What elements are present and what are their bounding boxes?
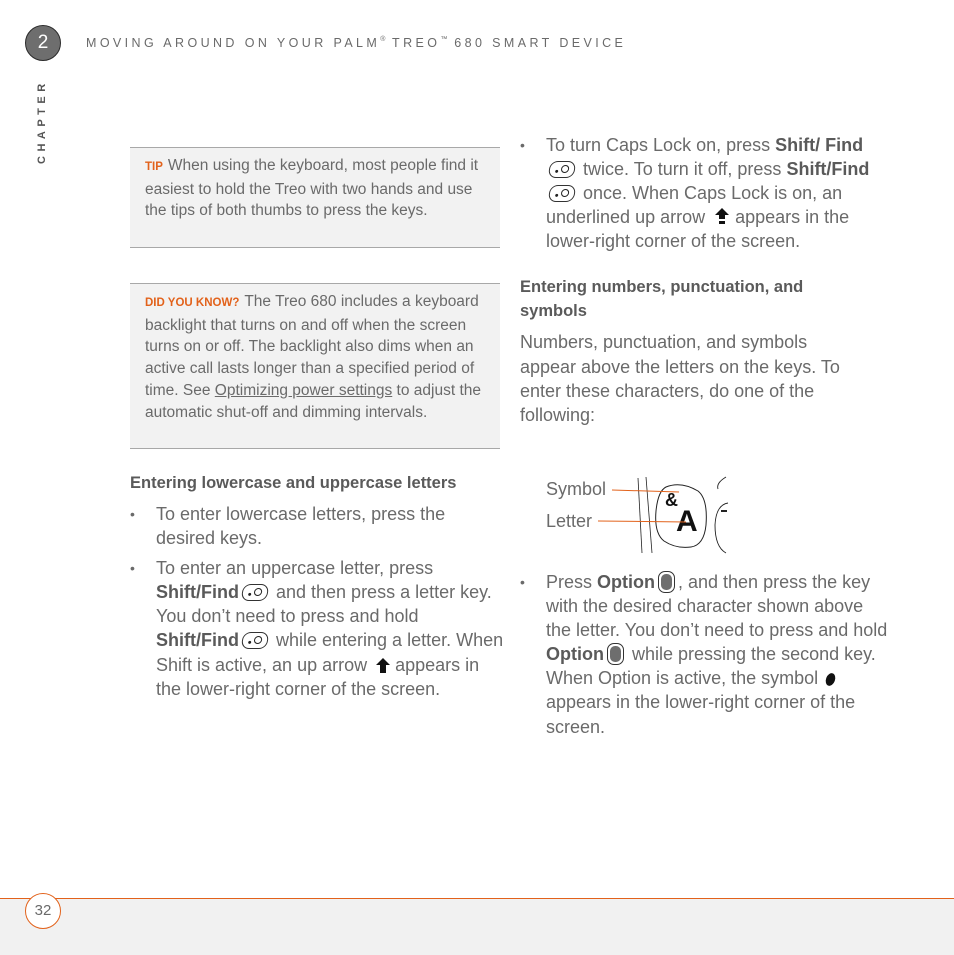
option-key-icon — [658, 571, 675, 593]
bullet-dot: • — [130, 560, 135, 577]
device-edge-line — [637, 477, 643, 554]
shift-find-key-label: Shift/Find — [786, 159, 870, 180]
option-key-icon — [606, 643, 624, 666]
tip-callout: TIP When using the keyboard, most people … — [130, 147, 500, 248]
section-heading: Entering numbers, punctuation, and symbo… — [520, 278, 804, 321]
shift-find-key-label: Shift/Find — [156, 630, 239, 651]
option-key-label: Option — [546, 644, 604, 665]
device-edge-line — [645, 476, 653, 554]
lowercase-uppercase-section: Entering lowercase and uppercase letters… — [130, 471, 505, 701]
page-number: 32 — [25, 893, 61, 929]
shift-find-key-label: Shift/ Find — [775, 135, 864, 155]
bullet-list: • Press Option, and then press the key w… — [520, 570, 890, 739]
key-illustration: & A — [597, 476, 729, 554]
caps-lock-arrow-icon — [715, 208, 730, 225]
list-item: • To turn Caps Lock on, press Shift/ Fin… — [520, 133, 885, 253]
shift-find-key-icon — [240, 584, 270, 602]
bullet-text: appears in the lower-right corner of the… — [546, 692, 856, 737]
header-title-part: 680 SMART DEVICE — [447, 36, 627, 50]
bullet-text: twice. To turn it off, press — [578, 159, 787, 180]
option-active-symbol-icon — [824, 672, 838, 688]
bullet-list: • To enter lowercase letters, press the … — [130, 502, 505, 701]
bullet-text: To enter an uppercase letter, press — [156, 558, 434, 579]
list-item: • To enter an uppercase letter, press Sh… — [130, 556, 505, 701]
option-key-label: Option — [597, 572, 655, 592]
header-title-part: MOVING AROUND ON YOUR PALM — [86, 36, 381, 50]
letter-callout-line — [597, 520, 687, 523]
bullet-list: • To turn Caps Lock on, press Shift/ Fin… — [520, 133, 885, 253]
tip-text: When using the keyboard, most people fin… — [145, 157, 479, 220]
caps-lock-section: • To turn Caps Lock on, press Shift/ Fin… — [520, 133, 885, 427]
section-heading: Entering lowercase and uppercase letters — [130, 474, 457, 492]
chapter-side-label: CHAPTER — [36, 79, 48, 164]
bullet-text: To enter lowercase letters, press the de… — [156, 504, 446, 549]
optimizing-power-settings-link[interactable]: Optimizing power settings — [215, 382, 392, 399]
chapter-number-badge: 2 — [25, 25, 61, 61]
shift-find-key-icon — [547, 161, 577, 179]
option-section: • Press Option, and then press the key w… — [520, 570, 890, 739]
running-header: MOVING AROUND ON YOUR PALM® TREO™ 680 SM… — [86, 36, 626, 50]
bullet-text: To turn Caps Lock on, press — [546, 135, 776, 155]
neighbor-key-dash — [721, 510, 727, 512]
intro-paragraph: Numbers, punctuation, and symbols appear… — [520, 332, 840, 426]
list-item: • To enter lowercase letters, press the … — [130, 502, 505, 550]
list-item: • Press Option, and then press the key w… — [520, 570, 890, 739]
shift-find-key-icon — [547, 185, 577, 203]
did-you-know-callout: DID YOU KNOW? The Treo 680 includes a key… — [130, 283, 500, 449]
bullet-dot: • — [520, 574, 525, 590]
tip-tag: TIP — [145, 161, 163, 173]
bullet-dot: • — [520, 137, 525, 153]
footer-band — [0, 898, 954, 955]
header-title-part: TREO — [385, 36, 441, 50]
shift-find-key-label: Shift/Find — [156, 582, 239, 603]
neighbor-key-outline — [717, 476, 727, 490]
key-diagram: Symbol Letter & A — [546, 475, 731, 555]
shift-find-key-icon — [240, 632, 270, 650]
bullet-text: Press — [546, 572, 598, 592]
bullet-dot: • — [130, 506, 135, 522]
did-you-know-tag: DID YOU KNOW? — [145, 297, 240, 309]
shift-up-arrow-icon — [376, 657, 391, 673]
